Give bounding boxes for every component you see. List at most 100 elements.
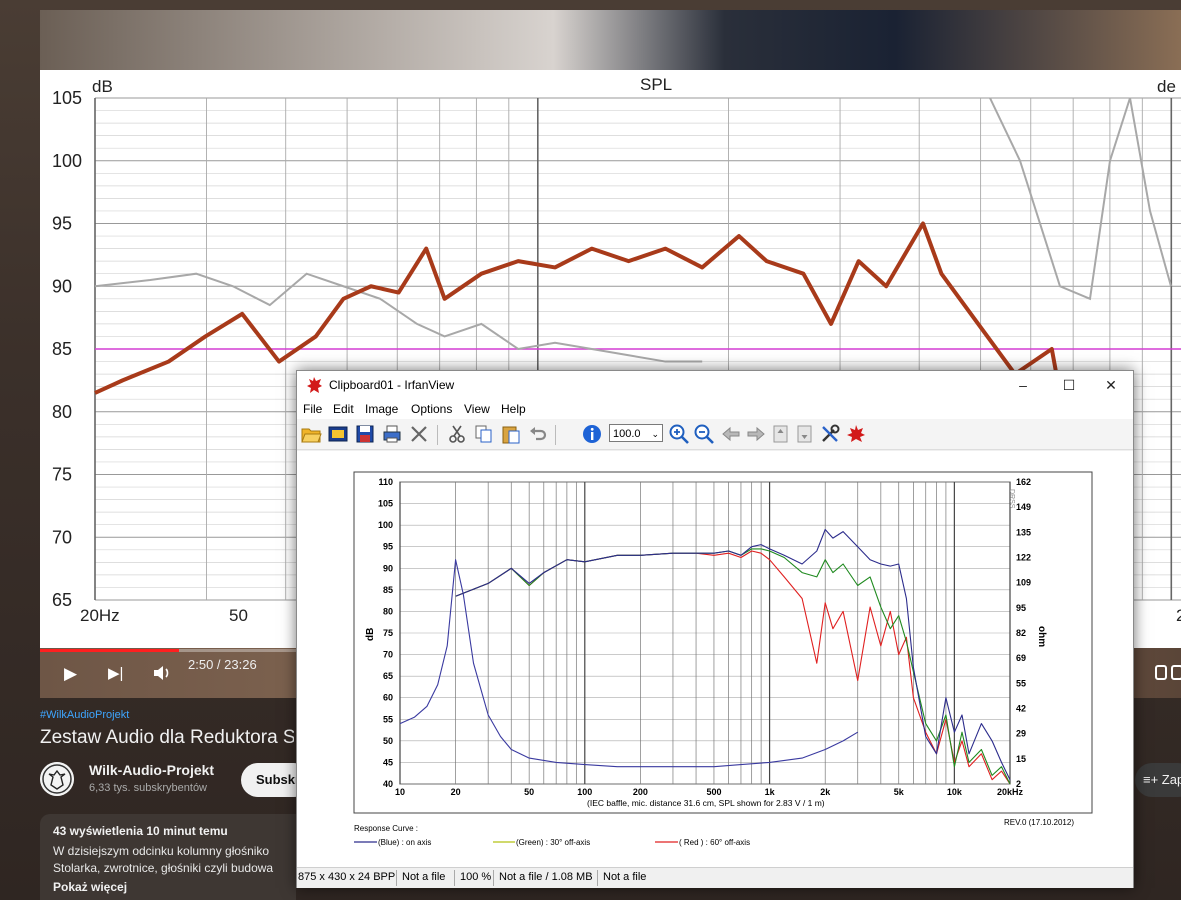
progress-bar[interactable] <box>40 649 300 652</box>
status-bar: 875 x 430 x 24 BPP Not a file 100 % Not … <box>297 867 1133 888</box>
response-chart: 404550556065707580859095100105110 215294… <box>353 471 1093 847</box>
y-tick-label: 65 <box>383 671 393 681</box>
minimize-button[interactable]: – <box>1000 371 1046 399</box>
y-axis-label: dB <box>365 628 376 641</box>
x-tick-label: 10 <box>395 787 405 797</box>
y-tick-label: 40 <box>383 779 393 789</box>
right-tick-label: 122 <box>1016 553 1031 563</box>
status-file-2: Not a file <box>603 871 647 883</box>
watermark: DRSS <box>1008 489 1015 509</box>
hashtag-link[interactable]: #WilkAudioProjekt <box>40 709 129 721</box>
channel-avatar[interactable] <box>40 762 74 796</box>
video-x-tick-partial: 2 <box>1176 606 1181 625</box>
zoom-value: 100.0 <box>613 428 641 440</box>
y-tick-label: 70 <box>383 650 393 660</box>
menu-image[interactable]: Image <box>365 402 398 416</box>
copy-icon[interactable] <box>473 423 495 445</box>
chevron-down-icon: ⌄ <box>651 429 659 439</box>
right-tick-label: 55 <box>1016 678 1026 688</box>
legend-item-blue: (Blue) : on axis <box>378 838 431 847</box>
zoom-out-icon[interactable] <box>693 423 715 445</box>
view-count: 43 wyświetlenia 10 minut temu <box>53 824 228 838</box>
settings-tools-icon[interactable] <box>819 423 841 445</box>
volume-icon[interactable] <box>152 664 172 682</box>
status-separator <box>493 870 494 886</box>
video-x-tick: 50 <box>229 606 248 625</box>
close-button[interactable]: ✕ <box>1088 371 1134 399</box>
image-canvas[interactable]: 40 45 50 55 60 65 70 75 80 85 90 95 100 105 110 2 15 29 4… <box>297 451 1133 867</box>
video-y-tick: 85 <box>52 339 72 359</box>
paste-icon[interactable] <box>500 423 522 445</box>
y-tick-label: 80 <box>383 606 393 616</box>
irfanview-app-icon <box>307 377 322 393</box>
video-chart-ylabel: dB <box>92 77 113 96</box>
previous-arrow-icon[interactable] <box>720 423 742 445</box>
zoom-input[interactable]: 100.0 ⌄ <box>609 424 663 442</box>
menu-help[interactable]: Help <box>501 402 526 416</box>
right-tick-label: 82 <box>1016 628 1026 638</box>
right-tick-label: 149 <box>1016 502 1031 512</box>
menu-view[interactable]: View <box>464 402 490 416</box>
menu-edit[interactable]: Edit <box>333 402 354 416</box>
next-icon[interactable]: ▶| <box>108 664 123 682</box>
description-box[interactable]: 43 wyświetlenia 10 minut temu W dzisiejs… <box>40 814 296 900</box>
video-y-tick: 105 <box>52 88 82 108</box>
x-tick-label: 20 <box>451 787 461 797</box>
right-tick-label: 135 <box>1016 527 1031 537</box>
y-tick-label: 50 <box>383 736 393 746</box>
save-icon[interactable] <box>354 423 376 445</box>
video-title: Zestaw Audio dla Reduktora Szu <box>40 727 294 748</box>
status-dimensions: 875 x 430 x 24 BPP <box>298 871 396 883</box>
y-tick-label: 45 <box>383 757 393 767</box>
progress-fill <box>40 649 180 652</box>
status-size: Not a file / 1.08 MB <box>499 871 593 883</box>
y-tick-label: 60 <box>383 693 393 703</box>
maximize-button[interactable]: ☐ <box>1046 371 1092 399</box>
y-tick-label: 85 <box>383 585 393 595</box>
y-tick-label: 55 <box>383 714 393 724</box>
save-label: Zap <box>1161 772 1181 787</box>
revision-label: REV.0 (17.10.2012) <box>1004 818 1074 827</box>
print-icon[interactable] <box>381 423 403 445</box>
toolbar-separator <box>555 425 556 445</box>
menu-bar: File Edit Image Options View Help <box>297 399 1133 419</box>
irfanview-window[interactable]: Clipboard01 - IrfanView – ☐ ✕ File Edit … <box>296 370 1134 888</box>
video-y-tick: 100 <box>52 151 82 171</box>
y-tick-label: 105 <box>378 499 393 509</box>
x-tick-label: 20kHz <box>997 787 1024 797</box>
info-icon[interactable] <box>581 423 603 445</box>
legend-item-red: ( Red ) : 60° off-axis <box>679 838 750 847</box>
right-tick-label: 29 <box>1016 729 1026 739</box>
delete-icon[interactable] <box>408 423 430 445</box>
playlist-add-icon: ≡+ <box>1143 772 1162 787</box>
status-separator <box>597 870 598 886</box>
next-arrow-icon[interactable] <box>745 423 767 445</box>
video-y-tick: 80 <box>52 402 72 422</box>
right-tick-label: 162 <box>1016 477 1031 487</box>
video-y-tick: 70 <box>52 527 72 547</box>
menu-options[interactable]: Options <box>411 402 452 416</box>
undo-icon[interactable] <box>527 423 549 445</box>
x-tick-label: 50 <box>524 787 534 797</box>
show-more-link[interactable]: Pokaż więcej <box>53 880 127 894</box>
zoom-in-icon[interactable] <box>668 423 690 445</box>
status-file: Not a file <box>402 871 446 883</box>
menu-file[interactable]: File <box>303 402 322 416</box>
legend-item-green: (Green) : 30° off-axis <box>516 838 590 847</box>
slideshow-icon[interactable] <box>327 423 349 445</box>
last-page-icon[interactable] <box>794 423 816 445</box>
miniplayer-icon[interactable] <box>1155 664 1181 682</box>
cut-icon[interactable] <box>446 423 468 445</box>
right-axis-label: ohm <box>1036 626 1047 647</box>
play-icon[interactable]: ▶ <box>64 664 77 684</box>
x-tick-label: 5k <box>894 787 905 797</box>
x-tick-label: 100 <box>577 787 592 797</box>
save-button[interactable]: ≡+ Zap <box>1135 763 1181 797</box>
first-page-icon[interactable] <box>770 423 792 445</box>
open-folder-icon[interactable] <box>300 423 322 445</box>
channel-name[interactable]: Wilk-Audio-Projekt <box>89 762 214 778</box>
y-tick-label: 75 <box>383 628 393 638</box>
status-separator <box>396 870 397 886</box>
title-bar[interactable]: Clipboard01 - IrfanView – ☐ ✕ <box>297 371 1133 399</box>
irfanview-logo-icon[interactable] <box>845 423 867 445</box>
